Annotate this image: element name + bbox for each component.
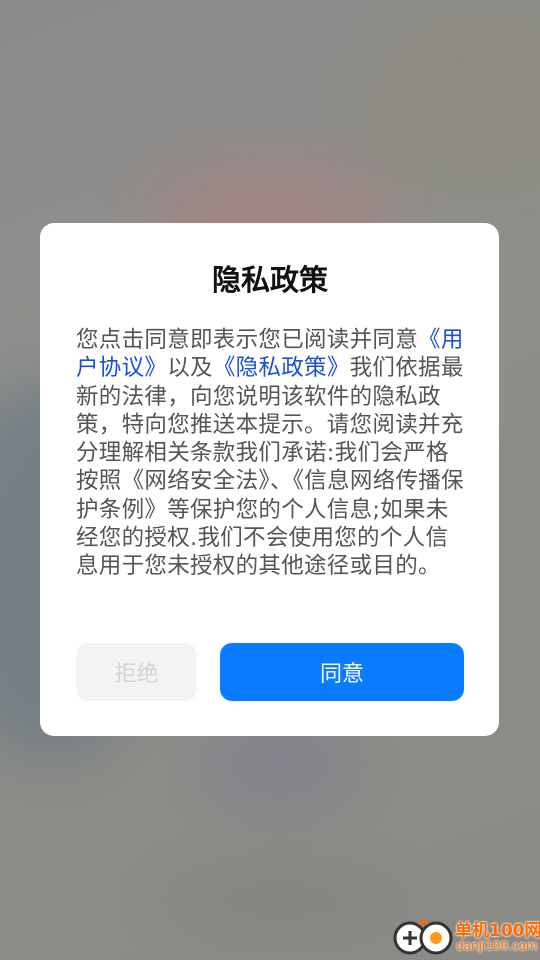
body-text: 我们依据最新的法律，向您说明该软件的隐私政策，特向您推送本提示。请您阅读并充分理… xyxy=(76,355,464,580)
watermark-site-name: 单机100网 xyxy=(455,921,540,941)
agree-button[interactable]: 同意 xyxy=(220,643,464,701)
dialog-body: 您点击同意即表示您已阅读并同意《用户协议》以及《隐私政策》我们依据最新的法律，向… xyxy=(76,326,466,581)
privacy-policy-link[interactable]: 《隐私政策》 xyxy=(213,355,350,381)
body-text: 您点击同意即表示您已阅读并同意 xyxy=(76,327,419,353)
refuse-button[interactable]: 拒绝 xyxy=(76,643,197,701)
watermark: 单机100网 danji100.com xyxy=(390,912,540,960)
background-blur xyxy=(360,0,540,200)
body-text: 以及 xyxy=(167,355,213,382)
refuse-button-label: 拒绝 xyxy=(114,662,159,687)
background-blur xyxy=(150,870,410,930)
watermark-site-url: danji100.com xyxy=(456,939,538,953)
agree-button-label: 同意 xyxy=(319,662,364,687)
app-screen: 隐私政策 您点击同意即表示您已阅读并同意《用户协议》以及《隐私政策》我们依据最新… xyxy=(0,0,540,960)
gamepad-logo-icon xyxy=(393,920,453,955)
dialog-title: 隐私政策 xyxy=(211,263,328,297)
